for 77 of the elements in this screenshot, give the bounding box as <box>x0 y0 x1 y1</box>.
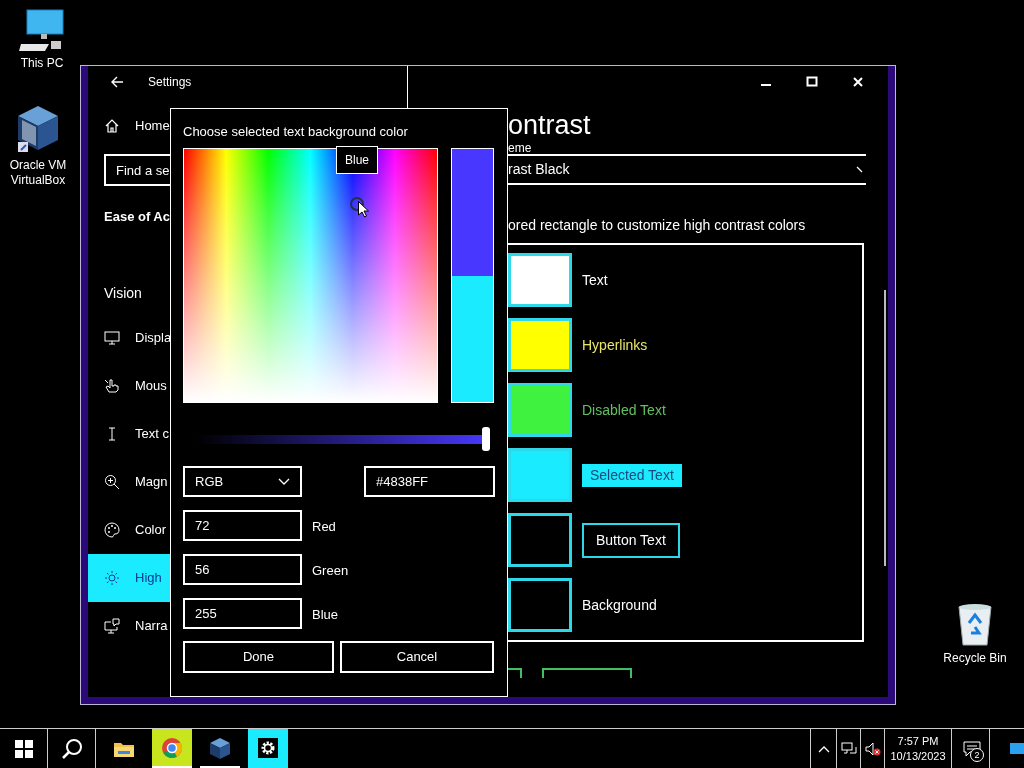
back-arrow-icon[interactable] <box>110 76 124 88</box>
hand-pointer-icon <box>104 378 120 394</box>
done-button[interactable]: Done <box>183 641 334 673</box>
cursor-icon <box>358 201 369 218</box>
window-title: Settings <box>148 74 192 91</box>
sun-icon <box>104 570 120 586</box>
chevron-down-icon <box>278 477 290 486</box>
sidebar-item-label: Narra <box>135 617 168 636</box>
channel-field[interactable]: 72 <box>183 510 302 541</box>
sidebar-item-label: Magn <box>135 473 168 492</box>
palette-icon <box>104 522 120 538</box>
color-swatch[interactable] <box>508 448 572 502</box>
taskbar-app-button[interactable] <box>248 729 288 768</box>
partial-button[interactable] <box>542 668 632 678</box>
clock-time: 7:57 PM <box>897 733 939 749</box>
clock[interactable]: 7:57 PM 10/13/2023 <box>884 729 952 768</box>
slider-thumb[interactable] <box>482 427 490 451</box>
selected-text-sample: Selected Text <box>582 463 682 487</box>
recycle-bin-icon[interactable] <box>955 601 995 647</box>
clock-date: 10/13/2023 <box>890 748 946 764</box>
windows-logo-icon <box>14 739 33 758</box>
display-icon <box>104 330 120 346</box>
cube-icon <box>208 735 232 760</box>
channel-field[interactable]: 56 <box>183 554 302 585</box>
group-heading: Vision <box>104 284 142 303</box>
icon-label: This PC <box>19 56 65 71</box>
hyperlink-sample: Hyperlinks <box>582 335 648 355</box>
maximize-icon[interactable] <box>804 74 820 90</box>
color-swatch[interactable] <box>508 578 572 632</box>
magnifier-icon <box>104 474 120 490</box>
page-title: ontrast <box>508 109 592 142</box>
scrollbar[interactable] <box>884 290 886 566</box>
home-icon <box>104 118 120 134</box>
color-label: Background <box>582 595 657 615</box>
chrome-icon <box>160 735 184 760</box>
cancel-button[interactable]: Cancel <box>340 641 494 673</box>
channel-label: Red <box>312 518 336 537</box>
notification-count: 2 <box>970 748 984 762</box>
sidebar-item-label: High <box>135 569 162 588</box>
channel-label: Blue <box>312 606 339 625</box>
color-swatch[interactable] <box>508 318 572 372</box>
gear-icon <box>256 735 280 760</box>
instruction-text: ored rectangle to customize high contrast colors <box>508 216 807 233</box>
color-swatch[interactable] <box>508 513 572 567</box>
color-swatch[interactable] <box>508 383 572 437</box>
sidebar-item-label: Color <box>135 521 167 540</box>
color-spectrum[interactable] <box>183 148 438 403</box>
chevron-up-icon <box>817 744 830 753</box>
network-button[interactable] <box>836 729 860 768</box>
search-icon <box>60 737 83 760</box>
this-pc-icon[interactable] <box>19 8 65 52</box>
network-icon <box>840 740 857 757</box>
section-heading: Ease of Ac <box>104 208 170 226</box>
cube-icon[interactable] <box>16 104 60 154</box>
tooltip: Blue <box>336 146 379 174</box>
icon-label: Oracle VM VirtualBox <box>8 158 68 188</box>
dialog-title: Choose selected text background color <box>183 123 409 140</box>
color-label: Text <box>582 270 608 290</box>
narrator-icon <box>104 618 120 634</box>
disabled-text-sample: Disabled Text <box>582 400 666 420</box>
channel-label: Green <box>312 562 349 581</box>
mode-dropdown[interactable]: RGB <box>183 466 302 497</box>
color-swatch[interactable] <box>508 253 572 307</box>
channel-field[interactable]: 255 <box>183 598 302 629</box>
icon-label: Recycle Bin <box>942 651 1008 666</box>
desktop-icon <box>1010 741 1024 756</box>
sidebar-item-label: Displa <box>135 329 172 348</box>
home-label: Home <box>135 117 170 136</box>
notification-icon <box>962 740 981 757</box>
speaker-muted-icon <box>864 740 881 757</box>
hex-field[interactable]: #4838FF <box>364 466 495 497</box>
button-text-sample: Button Text <box>582 522 680 558</box>
notifications-button[interactable]: 2 <box>954 729 990 768</box>
sidebar-item-label: Text c <box>135 425 169 444</box>
sidebar-item-label: Mous <box>135 377 167 396</box>
theme-dropdown[interactable]: rast Black <box>508 154 866 185</box>
field-label: eme <box>508 142 533 152</box>
